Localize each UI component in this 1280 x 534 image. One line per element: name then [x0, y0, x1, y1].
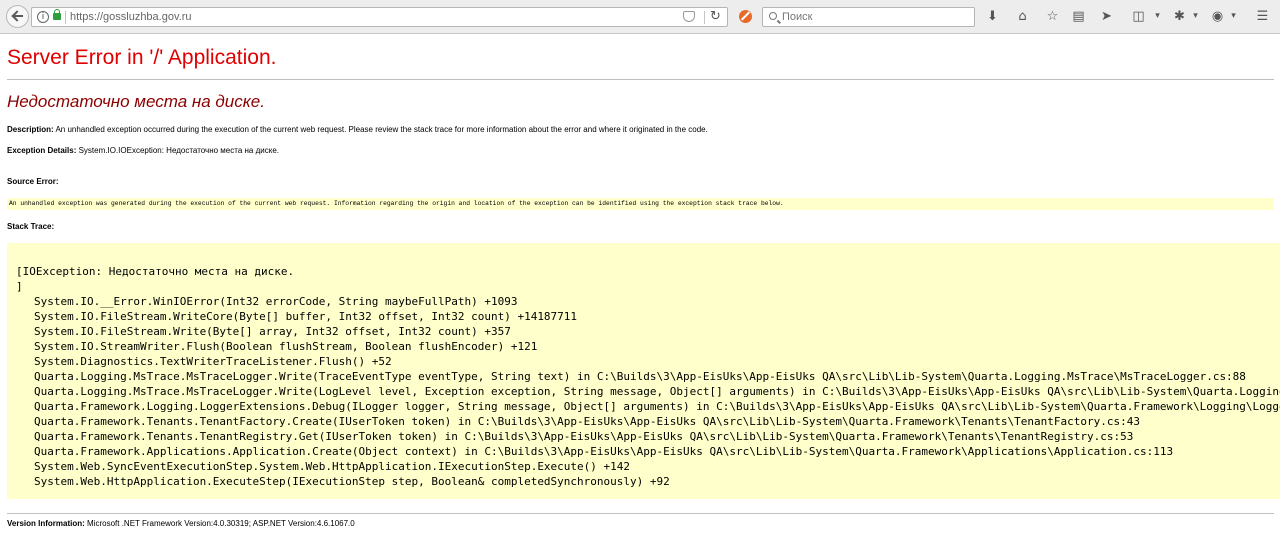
search-icon	[769, 12, 777, 20]
error-subtitle: Недостаточно места на диске.	[7, 92, 265, 111]
pocket-icon[interactable]	[683, 11, 695, 22]
info-icon[interactable]: i	[37, 11, 49, 23]
chevron-down-icon[interactable]: ▾	[1226, 9, 1241, 24]
description-label: Description:	[7, 125, 54, 134]
trace-line: Quarta.Framework.Logging.LoggerExtension…	[34, 400, 1280, 413]
stack-trace-heading: Stack Trace:	[7, 222, 54, 231]
chevron-down-icon[interactable]: ▾	[1150, 9, 1165, 24]
version-text: Microsoft .NET Framework Version:4.0.303…	[87, 519, 355, 528]
extension-icon[interactable]: ✱	[1172, 9, 1187, 24]
source-error-text: An unhandled exception was generated dur…	[9, 200, 784, 207]
trace-line: [IOException: Недостаточно места на диск…	[16, 265, 295, 278]
pocket-toolbar-icon[interactable]: ◫	[1131, 9, 1146, 24]
stack-trace-label: Stack Trace:	[7, 222, 55, 231]
version-line: Version Information: Microsoft .NET Fram…	[7, 519, 355, 528]
reader-list-icon[interactable]: ▤	[1071, 9, 1086, 24]
exception-text: System.IO.IOException: Недостаточно мест…	[78, 146, 279, 155]
url-separator	[65, 11, 66, 24]
url-text[interactable]: https://gossluzhba.gov.ru	[70, 10, 191, 24]
source-error-box: An unhandled exception was generated dur…	[7, 198, 1274, 210]
source-error-heading: Source Error:	[7, 177, 59, 186]
home-icon[interactable]: ⌂	[1015, 9, 1030, 24]
stack-trace-box: [IOException: Недостаточно места на диск…	[7, 243, 1280, 499]
exception-label: Exception Details:	[7, 146, 77, 155]
privacy-icon[interactable]: ◉	[1210, 9, 1225, 24]
description-line: Description: An unhandled exception occu…	[7, 125, 708, 134]
chevron-down-icon[interactable]: ▾	[1188, 9, 1203, 24]
send-icon[interactable]: ➤	[1099, 9, 1114, 24]
download-icon[interactable]: ⬇	[985, 9, 1000, 24]
exception-line: Exception Details: System.IO.IOException…	[7, 146, 279, 155]
trace-line: Quarta.Logging.MsTrace.MsTraceLogger.Wri…	[34, 370, 1246, 383]
noscript-icon[interactable]	[739, 10, 752, 23]
menu-icon[interactable]: ☰	[1255, 9, 1270, 24]
trace-line: Quarta.Framework.Applications.Applicatio…	[34, 445, 1174, 458]
divider	[7, 513, 1274, 514]
search-input[interactable]: Поиск	[782, 10, 812, 24]
trace-line: System.IO.FileStream.Write(Byte[] array,…	[34, 325, 511, 338]
description-text: An unhandled exception occurred during t…	[55, 125, 708, 134]
trace-line: Quarta.Logging.MsTrace.MsTraceLogger.Wri…	[34, 385, 1280, 398]
url-separator-2	[704, 11, 705, 24]
page-title: Server Error in '/' Application.	[7, 46, 277, 69]
source-error-label: Source Error:	[7, 177, 59, 186]
trace-line: System.Diagnostics.TextWriterTraceListen…	[34, 355, 392, 368]
trace-line: Quarta.Framework.Tenants.TenantFactory.C…	[34, 415, 1140, 428]
browser-toolbar: i https://gossluzhba.gov.ru ↻ Поиск ⬇ ⌂ …	[0, 0, 1280, 34]
trace-line: System.IO.FileStream.WriteCore(Byte[] bu…	[34, 310, 578, 323]
lock-icon[interactable]	[53, 9, 61, 20]
trace-line: System.Web.SyncEventExecutionStep.System…	[34, 460, 631, 473]
trace-line: System.IO.StreamWriter.Flush(Boolean flu…	[34, 340, 538, 353]
reload-icon[interactable]: ↻	[710, 9, 721, 25]
error-page: Server Error in '/' Application. Недоста…	[0, 34, 1280, 534]
version-label: Version Information:	[7, 519, 85, 528]
url-bar[interactable]: i https://gossluzhba.gov.ru ↻	[31, 7, 728, 27]
trace-line: Quarta.Framework.Tenants.TenantRegistry.…	[34, 430, 1134, 443]
divider	[7, 79, 1274, 80]
trace-line: ]	[16, 280, 23, 293]
bookmark-star-icon[interactable]: ☆	[1045, 9, 1060, 24]
trace-line: System.Web.HttpApplication.ExecuteStep(I…	[34, 475, 670, 488]
trace-line: System.IO.__Error.WinIOError(Int32 error…	[34, 295, 518, 308]
back-button[interactable]	[6, 5, 29, 28]
search-bar[interactable]: Поиск	[762, 7, 975, 27]
